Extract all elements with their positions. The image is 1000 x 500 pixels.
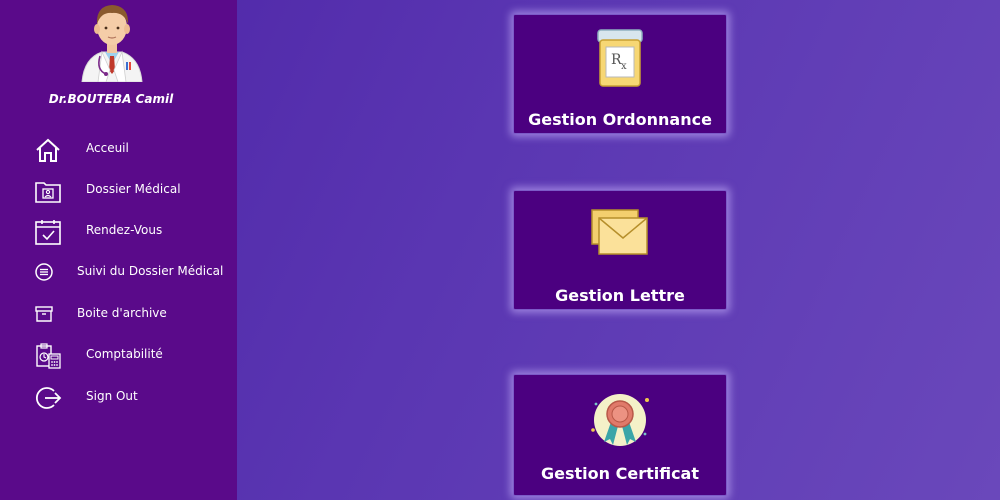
svg-text:x: x (621, 61, 627, 72)
sidebar-item-acceuil[interactable]: Acceuil (0, 131, 237, 167)
card-title: Gestion Lettre (555, 286, 685, 305)
sidebar-item-label: Acceuil (86, 141, 129, 155)
sidebar-item-label: Comptabilité (86, 347, 163, 361)
doctor-avatar (76, 0, 148, 83)
certificate-ribbon-icon (587, 390, 653, 450)
home-icon (34, 136, 62, 164)
sidebar-item-rendez-vous[interactable]: Rendez-Vous (0, 213, 237, 249)
sidebar-item-boite-archive[interactable]: Boite d'archive (0, 296, 237, 332)
card-title: Gestion Certificat (541, 464, 699, 483)
gestion-certificat-card[interactable]: Gestion Certificat (513, 374, 727, 496)
calendar-check-icon (34, 218, 62, 246)
envelope-icon (590, 208, 650, 258)
gestion-lettre-card[interactable]: Gestion Lettre (513, 190, 727, 310)
card-title: Gestion Ordonnance (528, 110, 712, 129)
list-circle-icon (34, 262, 54, 282)
sidebar-item-sign-out[interactable]: Sign Out (0, 379, 237, 415)
doctor-name: Dr.BOUTEBA Camil (48, 92, 174, 106)
archive-box-icon (34, 304, 54, 324)
prescription-bottle-icon: R x (596, 28, 644, 88)
accounting-calculator-icon (34, 342, 62, 370)
sidebar-item-label: Boite d'archive (77, 306, 167, 320)
sidebar-item-dossier-medical[interactable]: Dossier Médical (0, 172, 237, 208)
medical-folder-icon (34, 177, 62, 205)
sidebar-item-comptabilite[interactable]: Comptabilité (0, 337, 237, 373)
sidebar-item-label: Sign Out (86, 389, 138, 403)
sidebar: Dr.BOUTEBA Camil Acceuil Dossier Médical… (0, 0, 237, 500)
sidebar-item-label: Suivi du Dossier Médical (77, 264, 224, 278)
sidebar-item-label: Dossier Médical (86, 182, 181, 196)
gestion-ordonnance-card[interactable]: R x Gestion Ordonnance (513, 14, 727, 134)
sign-out-icon (34, 384, 62, 412)
sidebar-item-suivi-dossier[interactable]: Suivi du Dossier Médical (0, 254, 237, 290)
sidebar-item-label: Rendez-Vous (86, 223, 163, 237)
app-window: Dr.BOUTEBA Camil Acceuil Dossier Médical… (0, 0, 1000, 500)
